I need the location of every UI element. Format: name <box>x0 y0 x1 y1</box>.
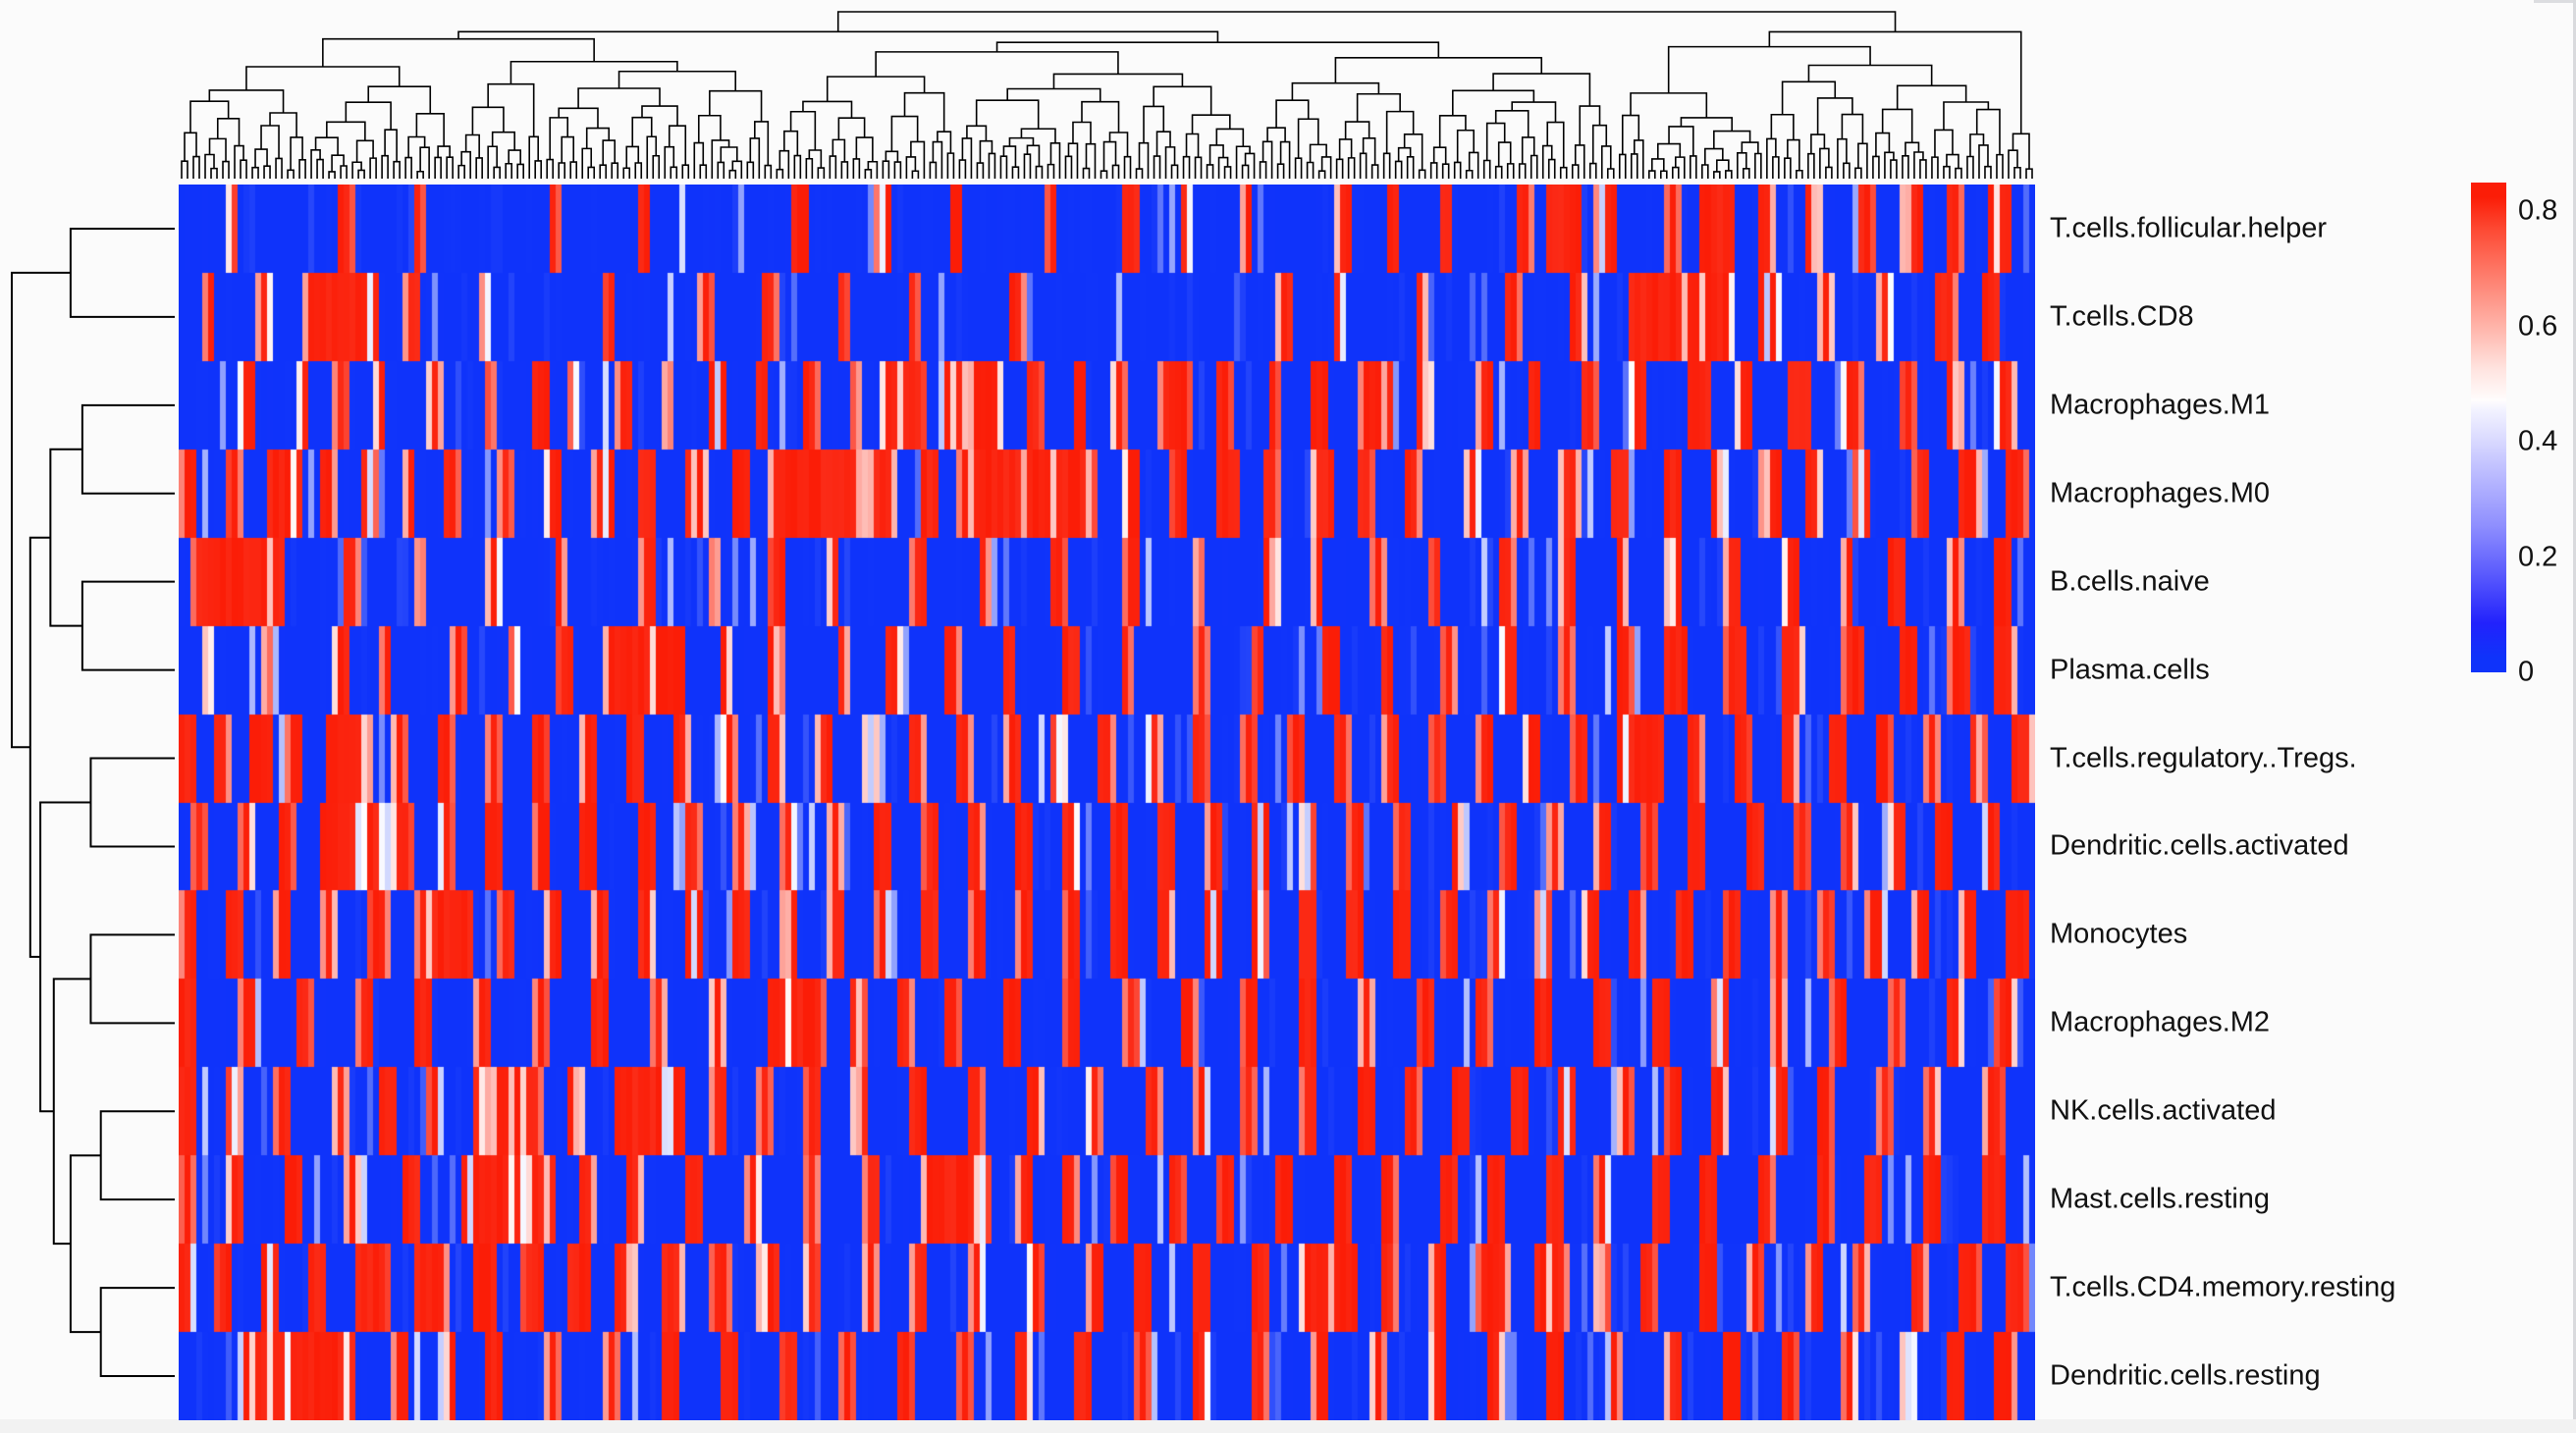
colorbar-gradient <box>2471 183 2506 672</box>
row-label: Macrophages.M0 <box>2050 477 2271 509</box>
page-top-hairline <box>2534 0 2573 3</box>
colorbar-legend: 0.8 0.6 0.4 0.2 0 <box>2471 183 2569 693</box>
row-label-list: T.cells.follicular.helper T.cells.CD8 Macr… <box>2050 185 2462 1420</box>
row-label: T.cells.regulatory..Tregs. <box>2050 742 2357 774</box>
row-label: Dendritic.cells.activated <box>2050 829 2349 862</box>
row-label: B.cells.naive <box>2050 565 2210 598</box>
colorbar-tick-label: 0.6 <box>2518 310 2558 343</box>
row-label: T.cells.CD4.memory.resting <box>2050 1271 2396 1303</box>
colorbar-tick-label: 0.2 <box>2518 541 2558 573</box>
row-label: T.cells.follicular.helper <box>2050 212 2328 244</box>
row-label: Plasma.cells <box>2050 654 2210 686</box>
colorbar-tick-label: 0 <box>2518 656 2535 688</box>
row-label: Macrophages.M1 <box>2050 389 2271 421</box>
colorbar-tick-label: 0.4 <box>2518 425 2558 457</box>
row-label: Monocytes <box>2050 918 2188 950</box>
heatmap-grid[interactable] <box>179 185 2035 1420</box>
row-label: NK.cells.activated <box>2050 1094 2277 1127</box>
page-bottom-strip <box>0 1419 2576 1433</box>
column-dendrogram-svg <box>179 8 2035 185</box>
row-label: Dendritic.cells.resting <box>2050 1359 2321 1392</box>
row-label: Macrophages.M2 <box>2050 1006 2271 1038</box>
heatmap-figure: T.cells.follicular.helper T.cells.CD8 Macr… <box>0 0 2576 1433</box>
heatmap-canvas[interactable] <box>179 185 2035 1420</box>
column-dendrogram <box>179 8 2035 185</box>
row-label: Mast.cells.resting <box>2050 1183 2271 1215</box>
row-label: T.cells.CD8 <box>2050 300 2194 333</box>
colorbar-tick-label: 0.8 <box>2518 194 2558 227</box>
row-dendrogram <box>8 185 179 1420</box>
row-dendrogram-svg <box>8 185 179 1420</box>
